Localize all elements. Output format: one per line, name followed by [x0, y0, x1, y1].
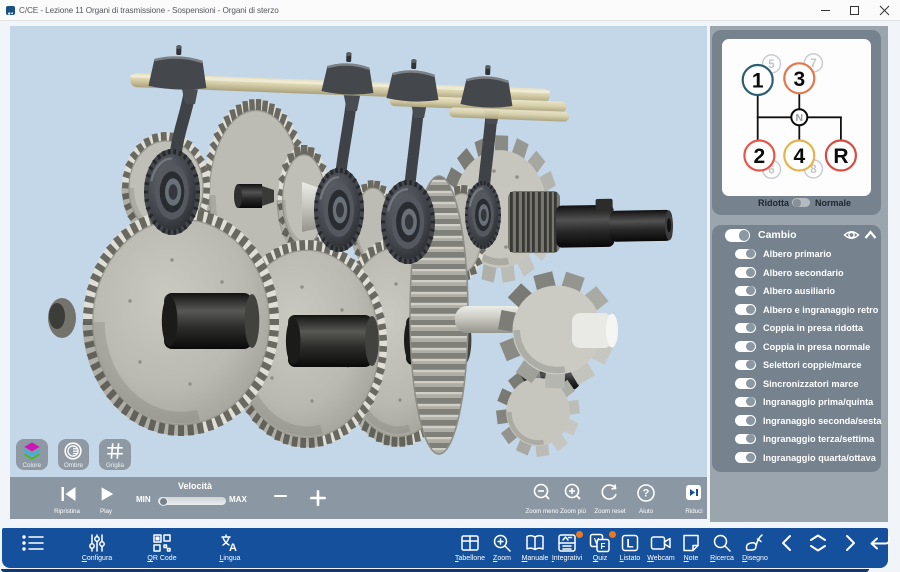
svg-text:L: L	[626, 539, 633, 551]
svg-text:1: 1	[752, 70, 764, 93]
svg-text:V: V	[594, 537, 600, 546]
svg-text:2: 2	[754, 145, 766, 168]
svg-text:?: ?	[643, 488, 650, 500]
svg-text:A: A	[229, 542, 237, 553]
svg-text:4: 4	[793, 145, 805, 168]
svg-text:F: F	[601, 542, 606, 551]
svg-text:R: R	[833, 145, 848, 168]
svg-text:3: 3	[793, 68, 805, 91]
svg-text:N: N	[796, 112, 804, 124]
